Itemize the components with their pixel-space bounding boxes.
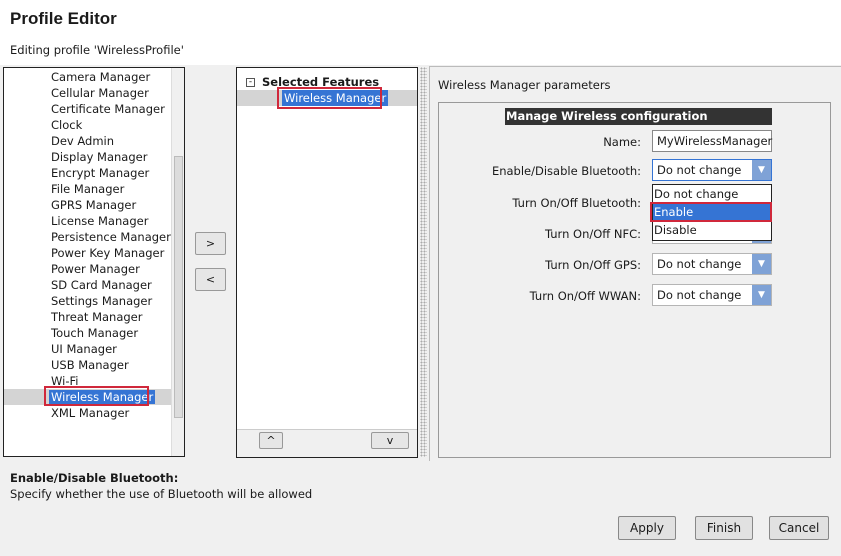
- feature-item[interactable]: Threat Manager: [49, 309, 144, 325]
- feature-item-label: Power Key Manager: [51, 246, 165, 260]
- feature-item-label: USB Manager: [51, 358, 129, 372]
- parameters-group: [438, 102, 831, 458]
- option-disable[interactable]: Disable: [653, 221, 771, 239]
- feature-item-label: UI Manager: [51, 342, 117, 356]
- move-down-button[interactable]: v: [371, 432, 409, 449]
- chevron-down-icon[interactable]: ▼: [752, 254, 771, 274]
- param-dropdown[interactable]: Do not change ▼: [652, 159, 772, 181]
- feature-item-label: Dev Admin: [51, 134, 115, 148]
- dropdown-value: Do not change: [657, 288, 742, 302]
- feature-item[interactable]: Display Manager: [49, 149, 149, 165]
- feature-item-label: Settings Manager: [51, 294, 153, 308]
- feature-item[interactable]: Clock: [49, 117, 84, 133]
- feature-item[interactable]: Dev Admin: [49, 133, 116, 149]
- available-features-list[interactable]: Camera Manager Cellular Manager Certificat…: [3, 67, 185, 457]
- section-header: Manage Wireless configuration: [505, 108, 772, 125]
- feature-item[interactable]: File Manager: [49, 181, 126, 197]
- apply-button[interactable]: Apply: [618, 516, 676, 540]
- feature-item[interactable]: USB Manager: [49, 357, 131, 373]
- feature-item[interactable]: UI Manager: [49, 341, 119, 357]
- feature-item-label: Persistence Manager: [51, 230, 171, 244]
- param-label: Turn On/Off Bluetooth:: [512, 196, 641, 210]
- page-title: Profile Editor: [10, 9, 117, 28]
- remove-feature-button[interactable]: <: [195, 268, 226, 291]
- feature-item-label: XML Manager: [51, 406, 130, 420]
- scrollbar[interactable]: [171, 68, 184, 456]
- feature-item-label: Touch Manager: [51, 326, 139, 340]
- feature-item[interactable]: Power Key Manager: [49, 245, 166, 261]
- feature-item[interactable]: SD Card Manager: [49, 277, 154, 293]
- feature-item[interactable]: Settings Manager: [49, 293, 154, 309]
- name-input[interactable]: MyWirelessManager: [652, 130, 772, 152]
- param-label: Turn On/Off WWAN:: [529, 289, 641, 303]
- feature-item-label: Power Manager: [51, 262, 140, 276]
- finish-button[interactable]: Finish: [695, 516, 753, 540]
- feature-item-label: Camera Manager: [51, 70, 151, 84]
- param-label: Enable/Disable Bluetooth:: [491, 164, 641, 178]
- feature-item[interactable]: License Manager: [49, 213, 150, 229]
- add-feature-button[interactable]: >: [195, 232, 226, 255]
- feature-item[interactable]: Encrypt Manager: [49, 165, 151, 181]
- param-dropdown[interactable]: Do not change ▼: [652, 284, 772, 306]
- param-dropdown[interactable]: Do not change ▼: [652, 253, 772, 275]
- feature-item-label: File Manager: [51, 182, 125, 196]
- help-title: Enable/Disable Bluetooth:: [10, 471, 179, 485]
- feature-item-label: Certificate Manager: [51, 102, 165, 116]
- param-label: Turn On/Off NFC:: [544, 227, 641, 241]
- param-label: Turn On/Off GPS:: [545, 258, 641, 272]
- feature-item[interactable]: Touch Manager: [49, 325, 140, 341]
- splitter[interactable]: [420, 67, 427, 457]
- feature-item-label: Clock: [51, 118, 83, 132]
- feature-item-label: Encrypt Manager: [51, 166, 150, 180]
- page-subtitle: Editing profile 'WirelessProfile': [10, 43, 184, 57]
- help-text: Specify whether the use of Bluetooth wil…: [10, 487, 313, 501]
- parameters-title: Wireless Manager parameters: [438, 78, 611, 92]
- selected-features-tree[interactable]: - Selected Features Wireless Manager ^ v: [236, 67, 418, 458]
- feature-item[interactable]: GPRS Manager: [49, 197, 138, 213]
- feature-item[interactable]: Camera Manager: [49, 69, 152, 85]
- feature-item-label: GPRS Manager: [51, 198, 137, 212]
- minus-box-icon[interactable]: -: [246, 78, 255, 87]
- name-label: Name:: [603, 135, 641, 149]
- feature-item[interactable]: Cellular Manager: [49, 85, 151, 101]
- chevron-down-icon[interactable]: ▼: [752, 285, 771, 305]
- feature-item-label: Cellular Manager: [51, 86, 149, 100]
- feature-item-label: License Manager: [51, 214, 149, 228]
- move-up-button[interactable]: ^: [259, 432, 283, 449]
- dropdown-value: Do not change: [657, 257, 742, 271]
- feature-item-label: SD Card Manager: [51, 278, 152, 292]
- feature-item-label: Display Manager: [51, 150, 148, 164]
- feature-item[interactable]: Persistence Manager: [49, 229, 173, 245]
- feature-item[interactable]: Certificate Manager: [49, 101, 167, 117]
- option-do-not-change[interactable]: Do not change: [653, 185, 771, 203]
- feature-item-label: Threat Manager: [51, 310, 143, 324]
- cancel-button[interactable]: Cancel: [769, 516, 829, 540]
- feature-item[interactable]: Power Manager: [49, 261, 142, 277]
- feature-item[interactable]: XML Manager: [49, 405, 131, 421]
- dropdown-value: Do not change: [657, 163, 742, 177]
- chevron-down-icon[interactable]: ▼: [752, 160, 771, 180]
- scrollbar-thumb[interactable]: [174, 156, 183, 418]
